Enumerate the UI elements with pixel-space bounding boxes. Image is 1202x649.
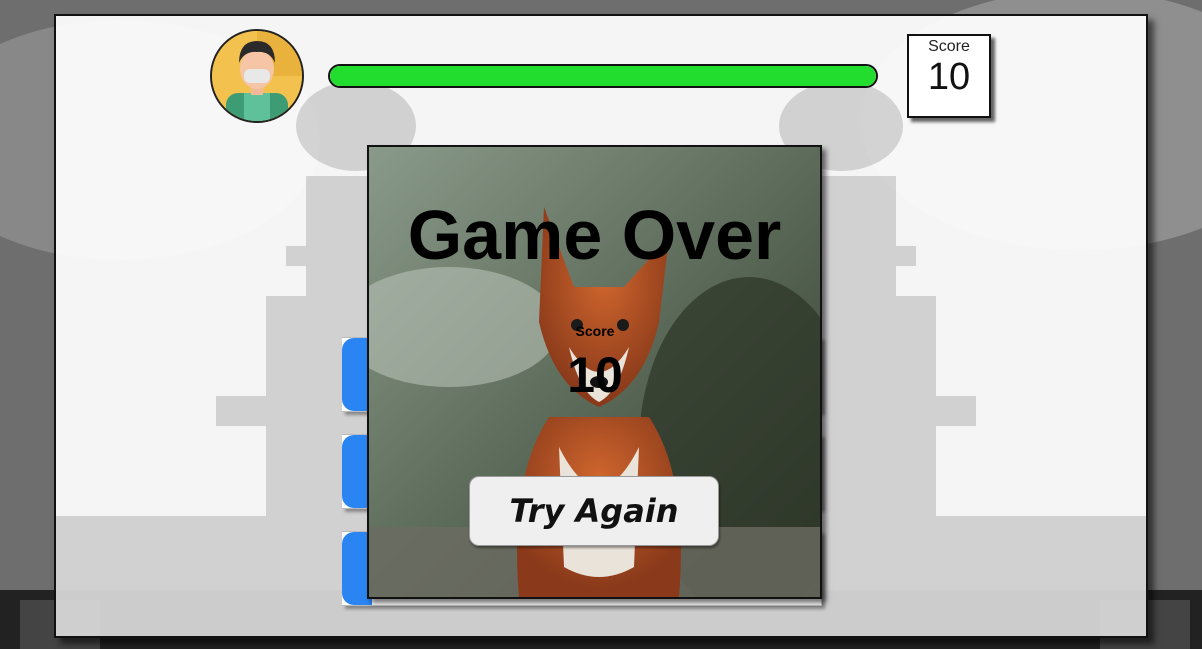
progress-bar-fill	[330, 66, 876, 86]
game-over-modal: Game Over Score 10 Try Again	[367, 145, 822, 599]
try-again-button[interactable]: Try Again	[469, 476, 719, 546]
score-box: Score 10	[907, 34, 991, 118]
player-avatar-icon	[212, 31, 302, 121]
game-over-title: Game Over	[407, 196, 782, 274]
score-label: Score	[928, 38, 970, 55]
player-avatar	[210, 29, 304, 123]
final-score-value: 10	[567, 347, 623, 403]
score-value: 10	[927, 56, 971, 98]
final-score-label: Score	[575, 323, 615, 339]
progress-bar	[328, 64, 878, 88]
